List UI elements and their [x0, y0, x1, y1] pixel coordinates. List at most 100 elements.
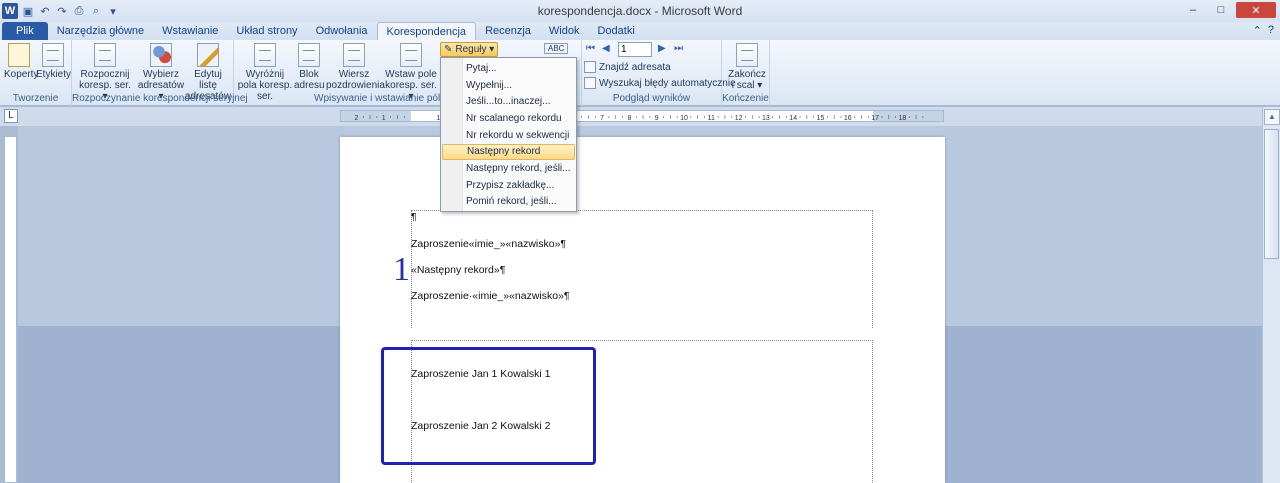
ribbon-tabs: Plik Narzędzia główne Wstawianie Układ s…: [0, 22, 1280, 40]
word-app-icon[interactable]: W: [2, 3, 18, 19]
edit-list-icon: [197, 43, 219, 67]
title-bar: W ▣ ↶ ↷ ⎙ ⌕ ▾ korespondencja.docx - Micr…: [0, 0, 1280, 22]
group-start-mail-merge: Rozpocznij koresp. ser. ▾ Wybierz adresa…: [72, 40, 248, 106]
menu-item-set-bookmark[interactable]: Przypisz zakładkę...: [442, 178, 575, 194]
close-button[interactable]: ✕: [1236, 2, 1276, 18]
insert-field-icon: [400, 43, 422, 67]
ruler-label: 13: [762, 115, 770, 122]
group-label-preview: Podgląd wyników: [612, 93, 691, 104]
rules-dropdown-menu: Pytaj... Wypełnij... Jeśli...to...inacze…: [440, 57, 577, 212]
save-icon[interactable]: ▣: [21, 4, 35, 18]
tab-home[interactable]: Narzędzia główne: [48, 22, 153, 40]
dropdown-icon[interactable]: ▾: [106, 4, 120, 18]
help-icon[interactable]: ?: [1268, 24, 1274, 37]
menu-item-if-then-else[interactable]: Jeśli...to...inaczej...: [442, 94, 575, 110]
scroll-up-icon[interactable]: ▲: [1264, 109, 1280, 125]
recipients-icon: [150, 43, 172, 67]
address-block-button[interactable]: Blok adresu: [294, 43, 325, 91]
pilcrow-mark[interactable]: ¶: [411, 211, 417, 223]
ruler-ticks: 21123456789101112131415161718: [354, 115, 924, 122]
group-label-create: Tworzenie: [12, 93, 59, 104]
redo-icon[interactable]: ↷: [55, 4, 69, 18]
tab-file[interactable]: Plik: [2, 22, 48, 40]
tab-mailings[interactable]: Korespondencja: [376, 22, 477, 40]
ruler-label: 12: [735, 115, 743, 122]
template-line-2[interactable]: Zaproszenie·«imie_»«nazwisko»¶: [411, 290, 570, 302]
finish-merge-icon: [736, 43, 758, 67]
first-record-icon[interactable]: ⏮: [586, 43, 595, 54]
group-finish: Zakończ i scal ▾ Kończenie: [722, 40, 770, 106]
ruler-label: 10: [680, 115, 688, 122]
group-preview-results: ⏮ ◀ 1 ▶ ⏭ Znajdź adresata Wyszukaj błędy…: [582, 40, 736, 106]
tab-page-layout[interactable]: Układ strony: [227, 22, 306, 40]
record-number-input[interactable]: 1: [618, 42, 652, 57]
minimize-ribbon-icon[interactable]: ⌃: [1253, 24, 1262, 37]
menu-item-merge-sequence-number[interactable]: Nr rekordu w sekwencji: [442, 128, 575, 144]
greeting-line-icon: [343, 43, 365, 67]
rules-button[interactable]: ✎ Reguły ▾: [440, 42, 499, 57]
menu-item-next-record[interactable]: Następny rekord: [442, 144, 575, 160]
scroll-thumb[interactable]: [1264, 129, 1279, 259]
menu-item-ask[interactable]: Pytaj...: [442, 61, 575, 77]
print-preview-icon[interactable]: ⌕: [89, 4, 103, 18]
ruler-label: 15: [817, 115, 825, 122]
highlight-fields-icon: [254, 43, 276, 67]
tab-review[interactable]: Recenzja: [476, 22, 540, 40]
ruler-label: 9: [655, 115, 659, 122]
vertical-ruler[interactable]: [4, 136, 17, 483]
ruler-label: 2: [354, 115, 358, 122]
group-label-finish: Kończenie: [722, 93, 769, 104]
window-controls: – □ ✕: [1180, 2, 1276, 18]
ruler-label: 8: [627, 115, 631, 122]
find-recipient-icon: [584, 61, 596, 73]
greeting-line-button[interactable]: Wiersz pozdrowienia: [326, 43, 385, 91]
vertical-scrollbar[interactable]: ▲: [1262, 107, 1280, 483]
ruler-label: 1: [382, 115, 386, 122]
print-icon[interactable]: ⎙: [72, 4, 86, 18]
labels-icon: [42, 43, 64, 67]
ruler-label: 18: [899, 115, 907, 122]
tab-insert[interactable]: Wstawianie: [153, 22, 227, 40]
envelope-icon: [8, 43, 30, 67]
preview-results-button[interactable]: ABC: [544, 43, 569, 54]
rules-icon: ✎: [444, 44, 453, 55]
find-recipient-button[interactable]: Znajdź adresata: [584, 61, 671, 73]
labels-button[interactable]: Etykiety: [36, 43, 71, 80]
template-line-1[interactable]: Zaproszenie«imie_»«nazwisko»¶: [411, 238, 566, 250]
tab-view[interactable]: Widok: [540, 22, 589, 40]
menu-item-next-record-if[interactable]: Następny rekord, jeśli...: [442, 161, 575, 177]
menu-item-merge-record-number[interactable]: Nr scalanego rekordu: [442, 111, 575, 127]
ruler-label: 11: [708, 115, 715, 122]
next-record-icon[interactable]: ▶: [658, 43, 666, 54]
menu-item-fill-in[interactable]: Wypełnij...: [442, 78, 575, 94]
undo-icon[interactable]: ↶: [38, 4, 52, 18]
start-merge-icon: [94, 43, 116, 67]
previous-record-icon[interactable]: ◀: [602, 43, 610, 54]
result-highlight-frame: [381, 347, 596, 465]
quick-access-toolbar: W ▣ ↶ ↷ ⎙ ⌕ ▾: [0, 0, 120, 22]
ruler-label: 14: [789, 115, 797, 122]
ruler-label: 7: [600, 115, 604, 122]
maximize-button[interactable]: □: [1208, 2, 1234, 18]
minimize-button[interactable]: –: [1180, 2, 1206, 18]
envelopes-button[interactable]: Koperty: [4, 43, 38, 80]
tab-selector-button[interactable]: L: [4, 109, 18, 123]
menu-item-skip-record-if[interactable]: Pomiń rekord, jeśli...: [442, 194, 575, 210]
last-record-icon[interactable]: ⏭: [674, 43, 683, 54]
tab-references[interactable]: Odwołania: [307, 22, 377, 40]
ruler-label: 17: [871, 115, 879, 122]
next-record-field-line[interactable]: «Następny rekord»¶: [411, 264, 505, 276]
group-label-start-merge: Rozpoczynanie korespondencji seryjnej: [72, 93, 248, 104]
ruler-label: 16: [844, 115, 852, 122]
annotation-number: 1: [393, 251, 410, 288]
window-title: korespondencja.docx - Microsoft Word: [537, 4, 743, 18]
finish-merge-button[interactable]: Zakończ i scal ▾: [726, 43, 768, 91]
auto-check-errors-button[interactable]: Wyszukaj błędy automatycznie: [584, 77, 736, 89]
address-block-icon: [298, 43, 320, 67]
check-errors-icon: [584, 77, 596, 89]
ribbon-right-controls: ⌃ ?: [1253, 24, 1274, 37]
group-create: Koperty Etykiety Tworzenie: [0, 40, 72, 106]
tab-addins[interactable]: Dodatki: [588, 22, 643, 40]
horizontal-ruler[interactable]: 21123456789101112131415161718: [340, 110, 944, 122]
ruler-row: L 21123456789101112131415161718: [0, 107, 1280, 126]
